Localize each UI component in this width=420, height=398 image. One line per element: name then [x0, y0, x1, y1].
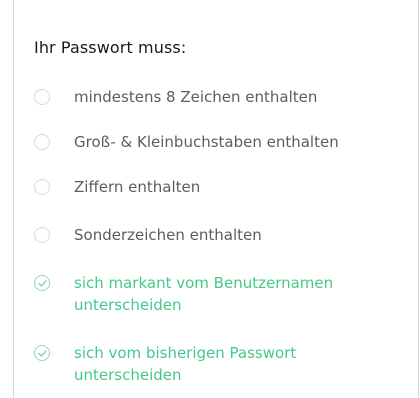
empty-circle-icon	[34, 134, 50, 150]
empty-circle-icon	[34, 89, 50, 105]
requirement-label: Groß- & Kleinbuchstaben enthalten	[74, 133, 339, 151]
check-circle-icon	[34, 345, 50, 361]
requirement-label: sich markant vom Benutzernamen untersche…	[74, 274, 334, 314]
requirement-label: mindestens 8 Zeichen enthalten	[74, 88, 318, 106]
requirement-label: Sonderzeichen enthalten	[74, 226, 262, 244]
password-requirements-panel: Ihr Passwort muss: mindestens 8 Zeichen …	[13, 0, 419, 398]
empty-circle-icon	[34, 179, 50, 195]
requirement-mixed-case: Groß- & Kleinbuchstaben enthalten	[34, 131, 384, 153]
requirement-label: Ziffern enthalten	[74, 178, 201, 196]
check-circle-icon	[34, 275, 50, 291]
requirement-min-length: mindestens 8 Zeichen enthalten	[34, 86, 384, 108]
requirement-special-chars: Sonderzeichen enthalten	[34, 224, 384, 246]
requirement-label: sich vom bisherigen Passwort unterscheid…	[74, 344, 297, 384]
requirements-heading: Ihr Passwort muss:	[34, 38, 187, 57]
requirement-differs-previous: sich vom bisherigen Passwort unterscheid…	[34, 342, 384, 386]
requirement-digits: Ziffern enthalten	[34, 176, 384, 198]
empty-circle-icon	[34, 227, 50, 243]
requirement-differs-username: sich markant vom Benutzernamen untersche…	[34, 272, 384, 316]
